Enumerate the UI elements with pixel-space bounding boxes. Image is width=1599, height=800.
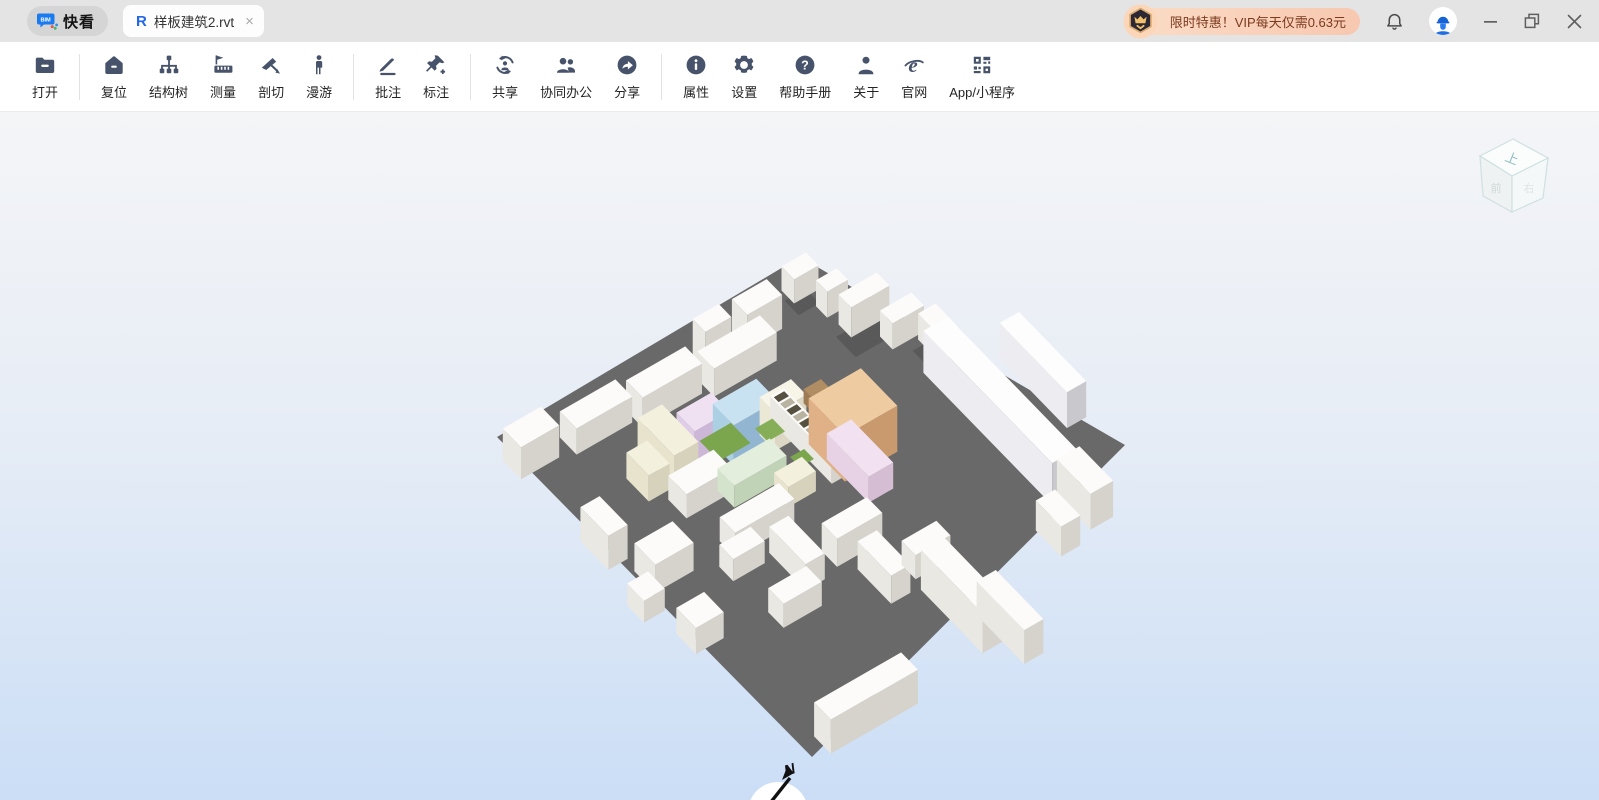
share-arrow-icon: [617, 55, 637, 74]
tool-label: 分享: [614, 84, 641, 100]
tab-title: 样板建筑2.rvt: [153, 15, 235, 30]
tool-label: 关于: [853, 84, 880, 100]
tool-app-miniprogram[interactable]: App/小程序: [938, 53, 1026, 101]
svg-text:e: e: [909, 53, 918, 77]
vip-banner-text: 限时特惠！VIP每天仅需0.63元: [1169, 14, 1346, 30]
revit-file-icon: R: [136, 12, 147, 30]
document-tab[interactable]: R 样板建筑2.rvt ×: [123, 5, 264, 37]
tool-measure[interactable]: 测量: [199, 53, 247, 101]
scene-3d-canvas[interactable]: 上 前 右 N: [0, 112, 1599, 800]
measure-ruler-icon: [214, 54, 233, 73]
settings-gear-icon: [734, 55, 754, 73]
tool-help-manual[interactable]: ? 帮助手册: [768, 53, 842, 101]
app-logo[interactable]: BIM 快看: [27, 6, 109, 36]
structure-tree-icon: [159, 55, 178, 73]
bim-chat-bubble-icon: BIM: [37, 13, 58, 30]
svg-text:?: ?: [801, 58, 809, 72]
vip-crown-icon: [1123, 4, 1158, 38]
tool-label: 标注: [423, 84, 450, 100]
tool-section[interactable]: 剖切: [247, 53, 295, 101]
tool-open[interactable]: 打开: [21, 53, 69, 101]
user-avatar[interactable]: [1429, 7, 1457, 35]
view-cube[interactable]: 上 前 右: [1478, 138, 1550, 214]
website-e-icon: e: [904, 53, 924, 77]
north-arrow: N: [750, 760, 806, 800]
qr-code-icon: [973, 56, 991, 73]
tool-collaboration[interactable]: 协同办公: [529, 53, 603, 101]
about-person-icon: [858, 56, 874, 74]
tool-label: 打开: [32, 84, 59, 100]
model-viewport-3d[interactable]: 上 前 右 N: [0, 112, 1599, 800]
minimize-button[interactable]: [1483, 14, 1498, 29]
tool-label: 属性: [683, 84, 710, 100]
main-toolbar: 打开 复位 结构树 测量 剖切 漫游 批注 标注 共享 协同办公 分享 属性 设…: [0, 42, 1599, 112]
toolbar-divider: [661, 53, 663, 100]
tool-roam[interactable]: 漫游: [295, 53, 343, 101]
vip-banner[interactable]: 限时特惠！VIP每天仅需0.63元: [1123, 4, 1360, 38]
tool-label: 帮助手册: [779, 84, 832, 100]
notifications-bell-icon[interactable]: [1384, 11, 1405, 32]
tool-markup[interactable]: 标注: [412, 53, 460, 101]
walkthrough-person-icon: [316, 54, 323, 74]
titlebar: BIM 快看 R 样板建筑2.rvt × 限时特惠！VIP每天仅需0.63元: [0, 0, 1599, 42]
bim-badge-text: BIM: [40, 18, 51, 24]
tool-share-sync[interactable]: 共享: [481, 53, 529, 101]
toolbar-divider: [353, 53, 355, 100]
open-folder-icon: [35, 57, 55, 73]
help-question-icon: ?: [795, 55, 815, 74]
properties-info-icon: [686, 55, 706, 74]
tool-label: 测量: [210, 84, 237, 100]
tool-label: App/小程序: [949, 84, 1015, 100]
tool-label: 共享: [492, 84, 519, 100]
tool-share[interactable]: 分享: [603, 53, 651, 101]
tool-properties[interactable]: 属性: [672, 53, 720, 101]
tool-reset[interactable]: 复位: [90, 53, 138, 101]
close-button[interactable]: [1566, 13, 1583, 30]
tab-close-icon[interactable]: ×: [245, 14, 254, 29]
app-name: 快看: [63, 13, 96, 31]
annotate-pen-icon: [379, 58, 396, 75]
collaboration-people-icon: [557, 57, 576, 73]
tool-website[interactable]: e 官网: [890, 53, 938, 101]
shared-sync-icon: [496, 55, 514, 74]
tool-label: 漫游: [306, 84, 333, 100]
markup-pin-icon: [426, 54, 446, 74]
tool-label: 设置: [731, 84, 758, 100]
tool-annotate[interactable]: 批注: [364, 53, 412, 101]
tool-label: 官网: [901, 84, 928, 100]
reset-home-icon: [105, 55, 123, 74]
view-cube-front-label: 前: [1491, 181, 1502, 195]
tool-label: 结构树: [149, 84, 189, 100]
tool-structure-tree[interactable]: 结构树: [138, 53, 199, 101]
tool-label: 剖切: [258, 84, 285, 100]
section-cut-icon: [261, 57, 281, 74]
tool-label: 协同办公: [540, 84, 593, 100]
toolbar-divider: [79, 53, 81, 100]
tool-label: 批注: [375, 84, 402, 100]
tool-label: 复位: [101, 84, 128, 100]
tool-settings[interactable]: 设置: [720, 53, 768, 101]
tool-about[interactable]: 关于: [842, 53, 890, 101]
view-cube-side-label: 右: [1524, 181, 1535, 195]
toolbar-divider: [470, 53, 472, 100]
restore-button[interactable]: [1524, 13, 1540, 29]
